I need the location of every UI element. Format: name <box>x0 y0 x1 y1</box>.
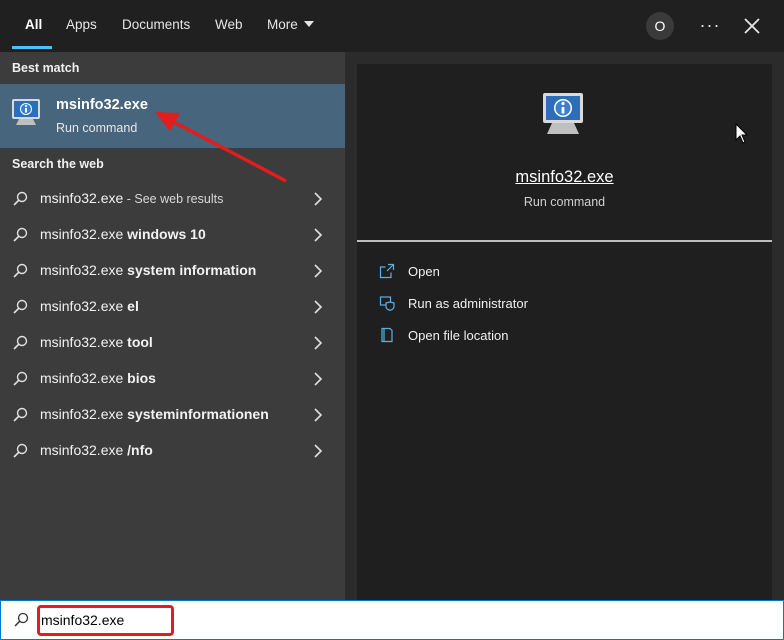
search-icon <box>13 443 28 458</box>
web-result-row[interactable]: msinfo32.exe /nfo <box>0 433 345 469</box>
web-result-row[interactable]: msinfo32.exe windows 10 <box>0 217 345 253</box>
web-result-suffix: system information <box>123 262 257 278</box>
web-result-text: msinfo32.exe systeminformationen <box>40 406 269 422</box>
search-icon <box>13 227 28 242</box>
web-result-text: msinfo32.exe system information <box>40 262 256 278</box>
tab-all[interactable]: All <box>25 0 42 52</box>
best-match-title: msinfo32.exe <box>56 97 148 113</box>
open-action-label: Open <box>408 264 440 279</box>
search-box[interactable]: msinfo32.exe <box>0 600 784 640</box>
run-as-admin-action[interactable]: Run as administrator <box>377 292 677 316</box>
web-result-row[interactable]: msinfo32.exe bios <box>0 361 345 397</box>
web-result-query: msinfo32.exe <box>40 334 124 350</box>
search-tabs-bar: All Apps Documents Web More O ··· <box>0 0 784 52</box>
search-icon <box>13 371 28 386</box>
web-result-text: msinfo32.exe el <box>40 298 139 314</box>
web-result-text: msinfo32.exe windows 10 <box>40 226 206 242</box>
annotation-highlight-box <box>37 605 174 636</box>
preview-subtitle: Run command <box>523 195 606 209</box>
web-result-query: msinfo32.exe <box>40 226 124 242</box>
search-icon <box>13 263 28 278</box>
shield-icon <box>379 296 395 311</box>
chevron-right-icon <box>314 336 323 350</box>
folder-icon <box>381 327 393 343</box>
tab-apps[interactable]: Apps <box>66 0 97 52</box>
run-as-admin-label: Run as administrator <box>408 296 528 311</box>
open-icon <box>379 263 395 279</box>
chevron-right-icon <box>314 408 323 422</box>
web-result-row[interactable]: msinfo32.exe - See web results <box>0 181 345 217</box>
search-icon <box>13 335 28 350</box>
preview-panel: msinfo32.exe Run command Open Run as adm… <box>357 64 772 600</box>
best-match-item[interactable]: msinfo32.exe Run command <box>0 84 345 148</box>
web-result-query: msinfo32.exe <box>40 442 124 458</box>
chevron-right-icon <box>314 228 323 242</box>
web-result-hint: - See web results <box>123 192 224 206</box>
web-result-text: msinfo32.exe - See web results <box>40 190 223 206</box>
web-result-suffix: tool <box>123 334 153 350</box>
chevron-right-icon <box>314 372 323 386</box>
tab-documents[interactable]: Documents <box>122 0 190 52</box>
web-result-suffix: windows 10 <box>123 226 206 242</box>
preview-divider <box>357 240 772 242</box>
web-result-row[interactable]: msinfo32.exe systeminformationen <box>0 397 345 433</box>
open-file-location-label: Open file location <box>408 328 509 343</box>
search-web-heading: Search the web <box>12 157 104 171</box>
best-match-subtitle: Run command <box>56 121 138 135</box>
tab-more-label: More <box>267 17 298 32</box>
chevron-right-icon <box>314 444 323 458</box>
web-result-text: msinfo32.exe bios <box>40 370 156 386</box>
results-panel: Best match msinfo32.exe Run command Sear… <box>0 52 345 600</box>
tab-more[interactable]: More <box>267 0 314 52</box>
web-result-row[interactable]: msinfo32.exe el <box>0 289 345 325</box>
open-action[interactable]: Open <box>377 260 677 284</box>
best-match-heading: Best match <box>12 61 80 75</box>
search-icon <box>14 612 29 627</box>
web-result-query: msinfo32.exe <box>40 190 124 206</box>
chevron-right-icon <box>314 192 323 206</box>
search-icon <box>13 407 28 422</box>
web-result-suffix: el <box>123 298 139 314</box>
system-info-icon <box>12 99 40 125</box>
web-result-row[interactable]: msinfo32.exe system information <box>0 253 345 289</box>
web-result-suffix: bios <box>123 370 156 386</box>
mouse-cursor-icon <box>735 123 749 144</box>
web-result-text: msinfo32.exe tool <box>40 334 153 350</box>
more-options-icon[interactable]: ··· <box>698 12 722 40</box>
chevron-down-icon <box>303 21 314 27</box>
web-result-query: msinfo32.exe <box>40 262 124 278</box>
avatar[interactable]: O <box>646 12 674 40</box>
web-result-query: msinfo32.exe <box>40 406 124 422</box>
web-result-text: msinfo32.exe /nfo <box>40 442 153 458</box>
web-result-query: msinfo32.exe <box>40 370 124 386</box>
web-result-suffix: systeminformationen <box>123 406 269 422</box>
preview-title[interactable]: msinfo32.exe <box>357 168 772 187</box>
tab-web[interactable]: Web <box>215 0 243 52</box>
close-icon[interactable] <box>740 14 764 38</box>
system-info-icon <box>543 93 583 134</box>
web-result-query: msinfo32.exe <box>40 298 124 314</box>
open-file-location-action[interactable]: Open file location <box>377 324 677 348</box>
active-tab-indicator <box>12 46 52 49</box>
web-result-row[interactable]: msinfo32.exe tool <box>0 325 345 361</box>
chevron-right-icon <box>314 264 323 278</box>
chevron-right-icon <box>314 300 323 314</box>
search-icon <box>13 191 28 206</box>
web-result-suffix: /nfo <box>123 442 153 458</box>
search-icon <box>13 299 28 314</box>
